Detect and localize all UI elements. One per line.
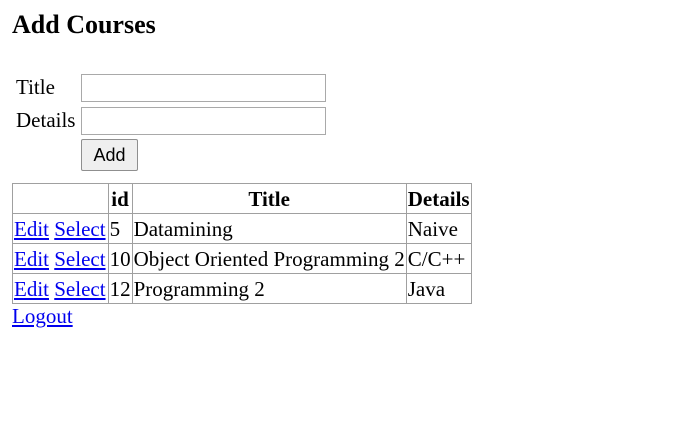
row-actions: Edit Select bbox=[12, 243, 109, 274]
cell-id: 10 bbox=[107, 243, 133, 274]
row-actions: Edit Select bbox=[12, 273, 109, 304]
details-label: Details bbox=[16, 108, 76, 132]
edit-link[interactable]: Edit bbox=[14, 247, 49, 271]
cell-title: Programming 2 bbox=[131, 273, 407, 304]
table-row: Edit Select 5 Datamining Naive bbox=[12, 213, 472, 244]
cell-details: Java bbox=[405, 273, 472, 304]
courses-table: id Title Details Edit Select 5 Dataminin… bbox=[12, 183, 472, 304]
title-row: Title bbox=[14, 72, 328, 103]
add-button[interactable]: Add bbox=[81, 139, 138, 171]
title-input[interactable] bbox=[81, 74, 327, 102]
title-label: Title bbox=[16, 75, 55, 99]
title-input-cell bbox=[79, 72, 328, 103]
select-link[interactable]: Select bbox=[54, 217, 105, 241]
details-input[interactable] bbox=[81, 107, 327, 135]
button-row: Add bbox=[14, 138, 328, 172]
header-actions bbox=[12, 183, 109, 214]
cell-title: Object Oriented Programming 2 bbox=[131, 243, 407, 274]
details-input-cell bbox=[79, 105, 328, 136]
cell-id: 5 bbox=[107, 213, 133, 244]
table-header-row: id Title Details bbox=[12, 183, 472, 214]
select-link[interactable]: Select bbox=[54, 277, 105, 301]
page-title: Add Courses bbox=[12, 10, 156, 39]
cell-id: 12 bbox=[107, 273, 133, 304]
header-title: Title bbox=[131, 183, 407, 214]
cell-title: Datamining bbox=[131, 213, 407, 244]
table-row: Edit Select 12 Programming 2 Java bbox=[12, 273, 472, 304]
button-cell: Add bbox=[79, 138, 328, 172]
header-id: id bbox=[107, 183, 133, 214]
cell-details: C/C++ bbox=[405, 243, 472, 274]
button-row-spacer bbox=[14, 138, 77, 172]
select-link[interactable]: Select bbox=[54, 247, 105, 271]
table-row: Edit Select 10 Object Oriented Programmi… bbox=[12, 243, 472, 274]
logout-link[interactable]: Logout bbox=[12, 304, 73, 329]
course-form: Title Details Add bbox=[12, 70, 330, 174]
edit-link[interactable]: Edit bbox=[14, 217, 49, 241]
edit-link[interactable]: Edit bbox=[14, 277, 49, 301]
header-details: Details bbox=[405, 183, 472, 214]
cell-details: Naive bbox=[405, 213, 472, 244]
details-row: Details bbox=[14, 105, 328, 136]
row-actions: Edit Select bbox=[12, 213, 109, 244]
